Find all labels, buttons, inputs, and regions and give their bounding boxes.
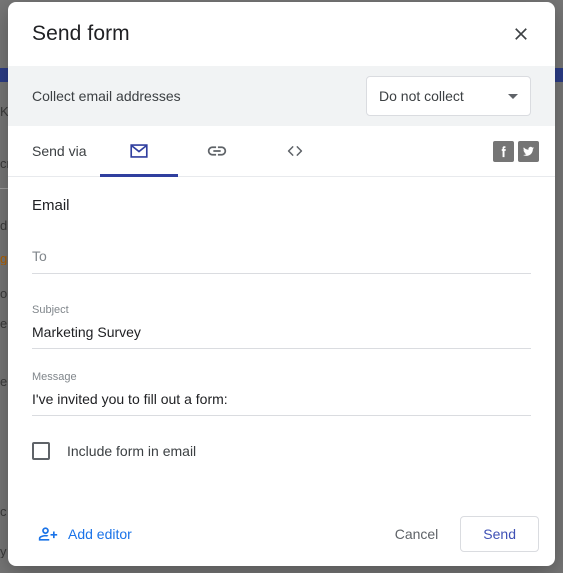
subject-input[interactable]: [32, 324, 531, 349]
collect-email-selected-value: Do not collect: [379, 88, 464, 104]
close-button[interactable]: [503, 16, 539, 52]
twitter-icon: [521, 144, 536, 159]
message-input[interactable]: [32, 391, 531, 416]
email-panel: Email Subject Message Include form in em…: [8, 177, 555, 502]
person-add-icon: [38, 524, 68, 544]
send-via-label: Send via: [32, 143, 87, 159]
send-form-dialog: Send form Collect email addresses Do not…: [8, 2, 555, 566]
collect-email-select[interactable]: Do not collect: [366, 76, 531, 116]
send-button[interactable]: Send: [460, 516, 539, 552]
dialog-footer: Add editor Cancel Send: [8, 502, 555, 566]
add-editor-label: Add editor: [68, 526, 132, 542]
tab-send-via-embed[interactable]: [256, 126, 334, 176]
footer-actions: Cancel Send: [381, 516, 539, 552]
send-via-tabs: Send via: [8, 126, 555, 177]
tab-send-via-link[interactable]: [178, 126, 256, 176]
dialog-header: Send form: [8, 2, 555, 66]
message-field-group: Message: [32, 371, 531, 416]
collect-email-row: Collect email addresses Do not collect: [8, 66, 555, 126]
include-form-label[interactable]: Include form in email: [67, 443, 196, 459]
envelope-icon: [128, 140, 150, 162]
email-panel-heading: Email: [32, 197, 70, 214]
add-editor-button[interactable]: Add editor: [30, 518, 140, 550]
embed-code-icon: [284, 140, 306, 162]
facebook-icon: [496, 144, 511, 159]
dialog-title: Send form: [32, 22, 130, 45]
message-label: Message: [32, 371, 77, 383]
close-icon: [511, 24, 531, 44]
social-share-group: [493, 126, 539, 176]
subject-field-group: Subject: [32, 304, 531, 349]
to-input[interactable]: [32, 248, 531, 274]
link-icon: [206, 140, 228, 162]
include-form-checkbox[interactable]: [32, 442, 50, 460]
twitter-share-button[interactable]: [518, 140, 539, 162]
chevron-down-icon: [508, 93, 518, 99]
subject-label: Subject: [32, 304, 69, 316]
include-form-row: Include form in email: [32, 442, 531, 460]
cancel-button[interactable]: Cancel: [381, 517, 453, 551]
facebook-share-button[interactable]: [493, 140, 514, 162]
to-field-group: [32, 248, 531, 274]
tab-send-via-email[interactable]: [100, 126, 179, 177]
collect-email-label: Collect email addresses: [32, 88, 181, 104]
